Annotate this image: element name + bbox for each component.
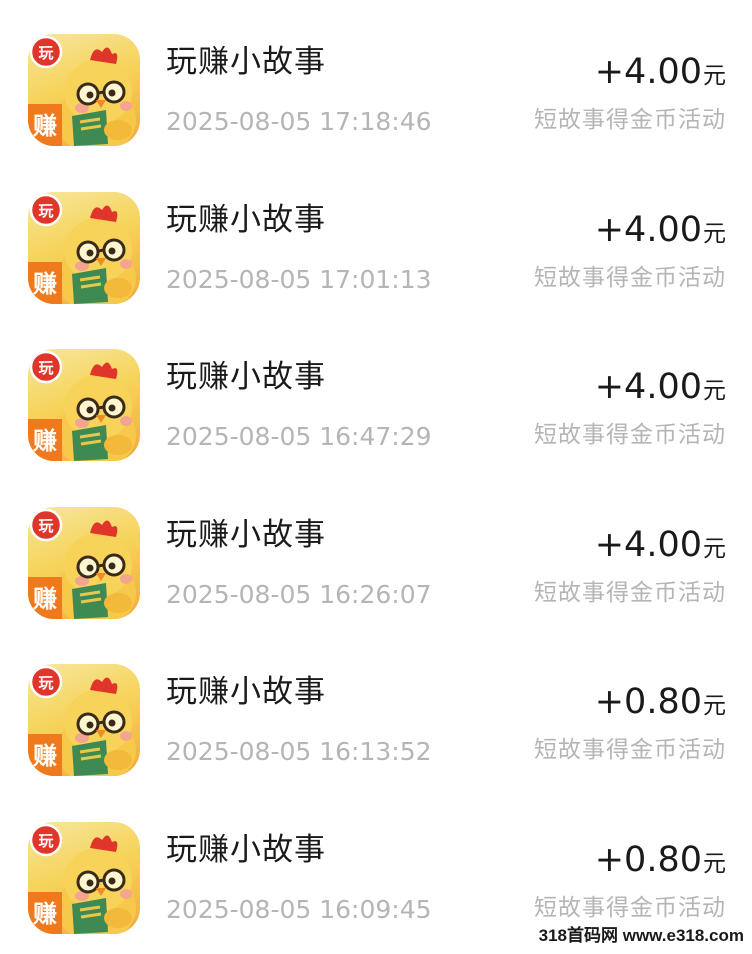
transaction-time: 2025-08-05 16:13:52 (166, 737, 432, 766)
currency-unit: 元 (703, 535, 726, 562)
transaction-description: 短故事得金币活动 (534, 264, 726, 291)
site-watermark: 318首码网 www.e318.com (536, 926, 746, 946)
badge-top-text: 玩 (38, 517, 53, 535)
app-name: 玩赚小故事 (166, 674, 326, 710)
transaction-time: 2025-08-05 16:09:45 (166, 894, 432, 924)
transaction-amount: +4.00 (594, 209, 702, 250)
chick-app-icon: 玩赚 (28, 664, 140, 776)
app-name: 玩赚小故事 (166, 831, 326, 868)
transaction-amount: +0.80 (594, 682, 702, 722)
transaction-row[interactable]: 玩赚 玩赚小故事 2025-08-05 16:26:07 +4.00元 短故事得… (0, 473, 752, 631)
chick-illustration: 玩赚 (28, 35, 136, 146)
amount-group: +4.00元 (595, 365, 726, 409)
transaction-time: 2025-08-05 17:18:46 (166, 107, 432, 136)
badge-bottom-text: 赚 (33, 427, 57, 455)
transaction-description: 短故事得金币活动 (534, 107, 726, 133)
chick-app-icon: 玩赚 (28, 191, 140, 304)
chick-illustration: 玩赚 (28, 665, 136, 776)
badge-top-text: 玩 (38, 202, 53, 220)
currency-unit: 元 (703, 63, 726, 89)
badge-bottom-text: 赚 (33, 900, 57, 928)
currency-unit: 元 (703, 378, 726, 404)
amount-group: +4.00元 (595, 50, 726, 94)
chick-illustration: 玩赚 (28, 508, 136, 619)
transaction-description: 短故事得金币活动 (534, 894, 726, 921)
app-name: 玩赚小故事 (166, 516, 326, 553)
transaction-row[interactable]: 玩赚 玩赚小故事 2025-08-05 17:01:13 +4.00元 短故事得… (0, 158, 752, 316)
badge-top-text: 玩 (38, 674, 53, 692)
amount-group: +4.00元 (595, 208, 726, 252)
chick-app-icon: 玩赚 (28, 349, 140, 461)
amount-group: +0.80元 (595, 680, 726, 724)
transaction-row[interactable]: 玩赚 玩赚小故事 2025-08-05 16:47:29 +4.00元 短故事得… (0, 315, 752, 473)
badge-bottom-text: 赚 (33, 270, 57, 298)
badge-top-text: 玩 (38, 359, 53, 377)
transaction-list: 玩赚 玩赚小故事 2025-08-05 17:18:46 +4.00元 短故事得… (0, 0, 752, 945)
transaction-description: 短故事得金币活动 (534, 737, 726, 763)
badge-bottom-text: 赚 (33, 112, 57, 140)
transaction-description: 短故事得金币活动 (534, 579, 726, 606)
transaction-description: 短故事得金币活动 (534, 422, 726, 448)
amount-group: +4.00元 (595, 523, 726, 567)
badge-top-text: 玩 (38, 44, 53, 62)
transaction-amount: +4.00 (594, 524, 702, 565)
currency-unit: 元 (703, 220, 726, 247)
transaction-row[interactable]: 玩赚 玩赚小故事 2025-08-05 17:18:46 +4.00元 短故事得… (0, 0, 752, 158)
transaction-time: 2025-08-05 16:47:29 (166, 422, 432, 451)
amount-group: +0.80元 (595, 838, 726, 882)
app-name: 玩赚小故事 (166, 201, 326, 238)
currency-unit: 元 (703, 850, 726, 877)
badge-top-text: 玩 (38, 832, 53, 850)
app-name: 玩赚小故事 (166, 44, 326, 80)
transaction-row[interactable]: 玩赚 玩赚小故事 2025-08-05 16:13:52 +0.80元 短故事得… (0, 630, 752, 788)
transaction-row[interactable]: 玩赚 玩赚小故事 2025-08-05 16:09:45 +0.80元 短故事得… (0, 788, 752, 946)
chick-illustration: 玩赚 (28, 193, 136, 304)
chick-app-icon: 玩赚 (28, 821, 140, 934)
transaction-amount: +4.00 (594, 52, 702, 92)
app-name: 玩赚小故事 (166, 359, 326, 395)
transaction-amount: +4.00 (594, 367, 702, 407)
transaction-amount: +0.80 (594, 839, 702, 880)
chick-illustration: 玩赚 (28, 823, 136, 934)
chick-illustration: 玩赚 (28, 350, 136, 461)
chick-app-icon: 玩赚 (28, 34, 140, 146)
chick-app-icon: 玩赚 (28, 506, 140, 619)
transaction-time: 2025-08-05 17:01:13 (166, 264, 432, 294)
currency-unit: 元 (703, 693, 726, 719)
badge-bottom-text: 赚 (33, 585, 57, 613)
badge-bottom-text: 赚 (33, 742, 57, 770)
transaction-time: 2025-08-05 16:26:07 (166, 579, 432, 609)
